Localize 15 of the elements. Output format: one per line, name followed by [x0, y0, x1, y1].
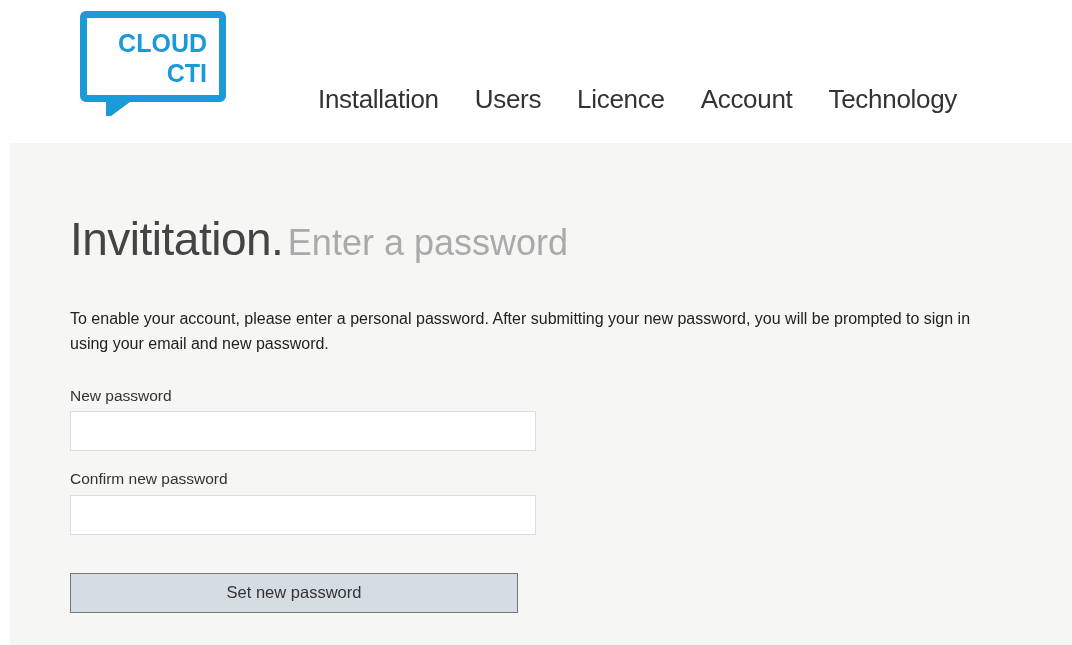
field-label: Confirm new password — [70, 469, 229, 490]
nav-link[interactable]: Technology — [828, 80, 958, 143]
password-field[interactable] — [70, 411, 536, 452]
logo-text: CTI — [166, 58, 207, 88]
password-field[interactable] — [70, 494, 536, 535]
nav-link[interactable]: Installation — [318, 80, 439, 143]
submit-button[interactable]: Set new password — [70, 572, 518, 613]
page-title: Invititation. — [70, 213, 284, 265]
nav-link[interactable]: Licence — [577, 80, 665, 143]
nav-link[interactable]: Users — [474, 80, 542, 143]
page-subtitle: Enter a password — [287, 222, 568, 263]
intro-text: To enable your account, please enter a personal password. After submitting your new password, you will be prompted to sign in using your email and new password. — [70, 309, 972, 354]
field-label: New password — [70, 386, 173, 406]
nav-link[interactable]: Account — [700, 80, 793, 143]
logo-text: CLOUD — [118, 28, 207, 58]
